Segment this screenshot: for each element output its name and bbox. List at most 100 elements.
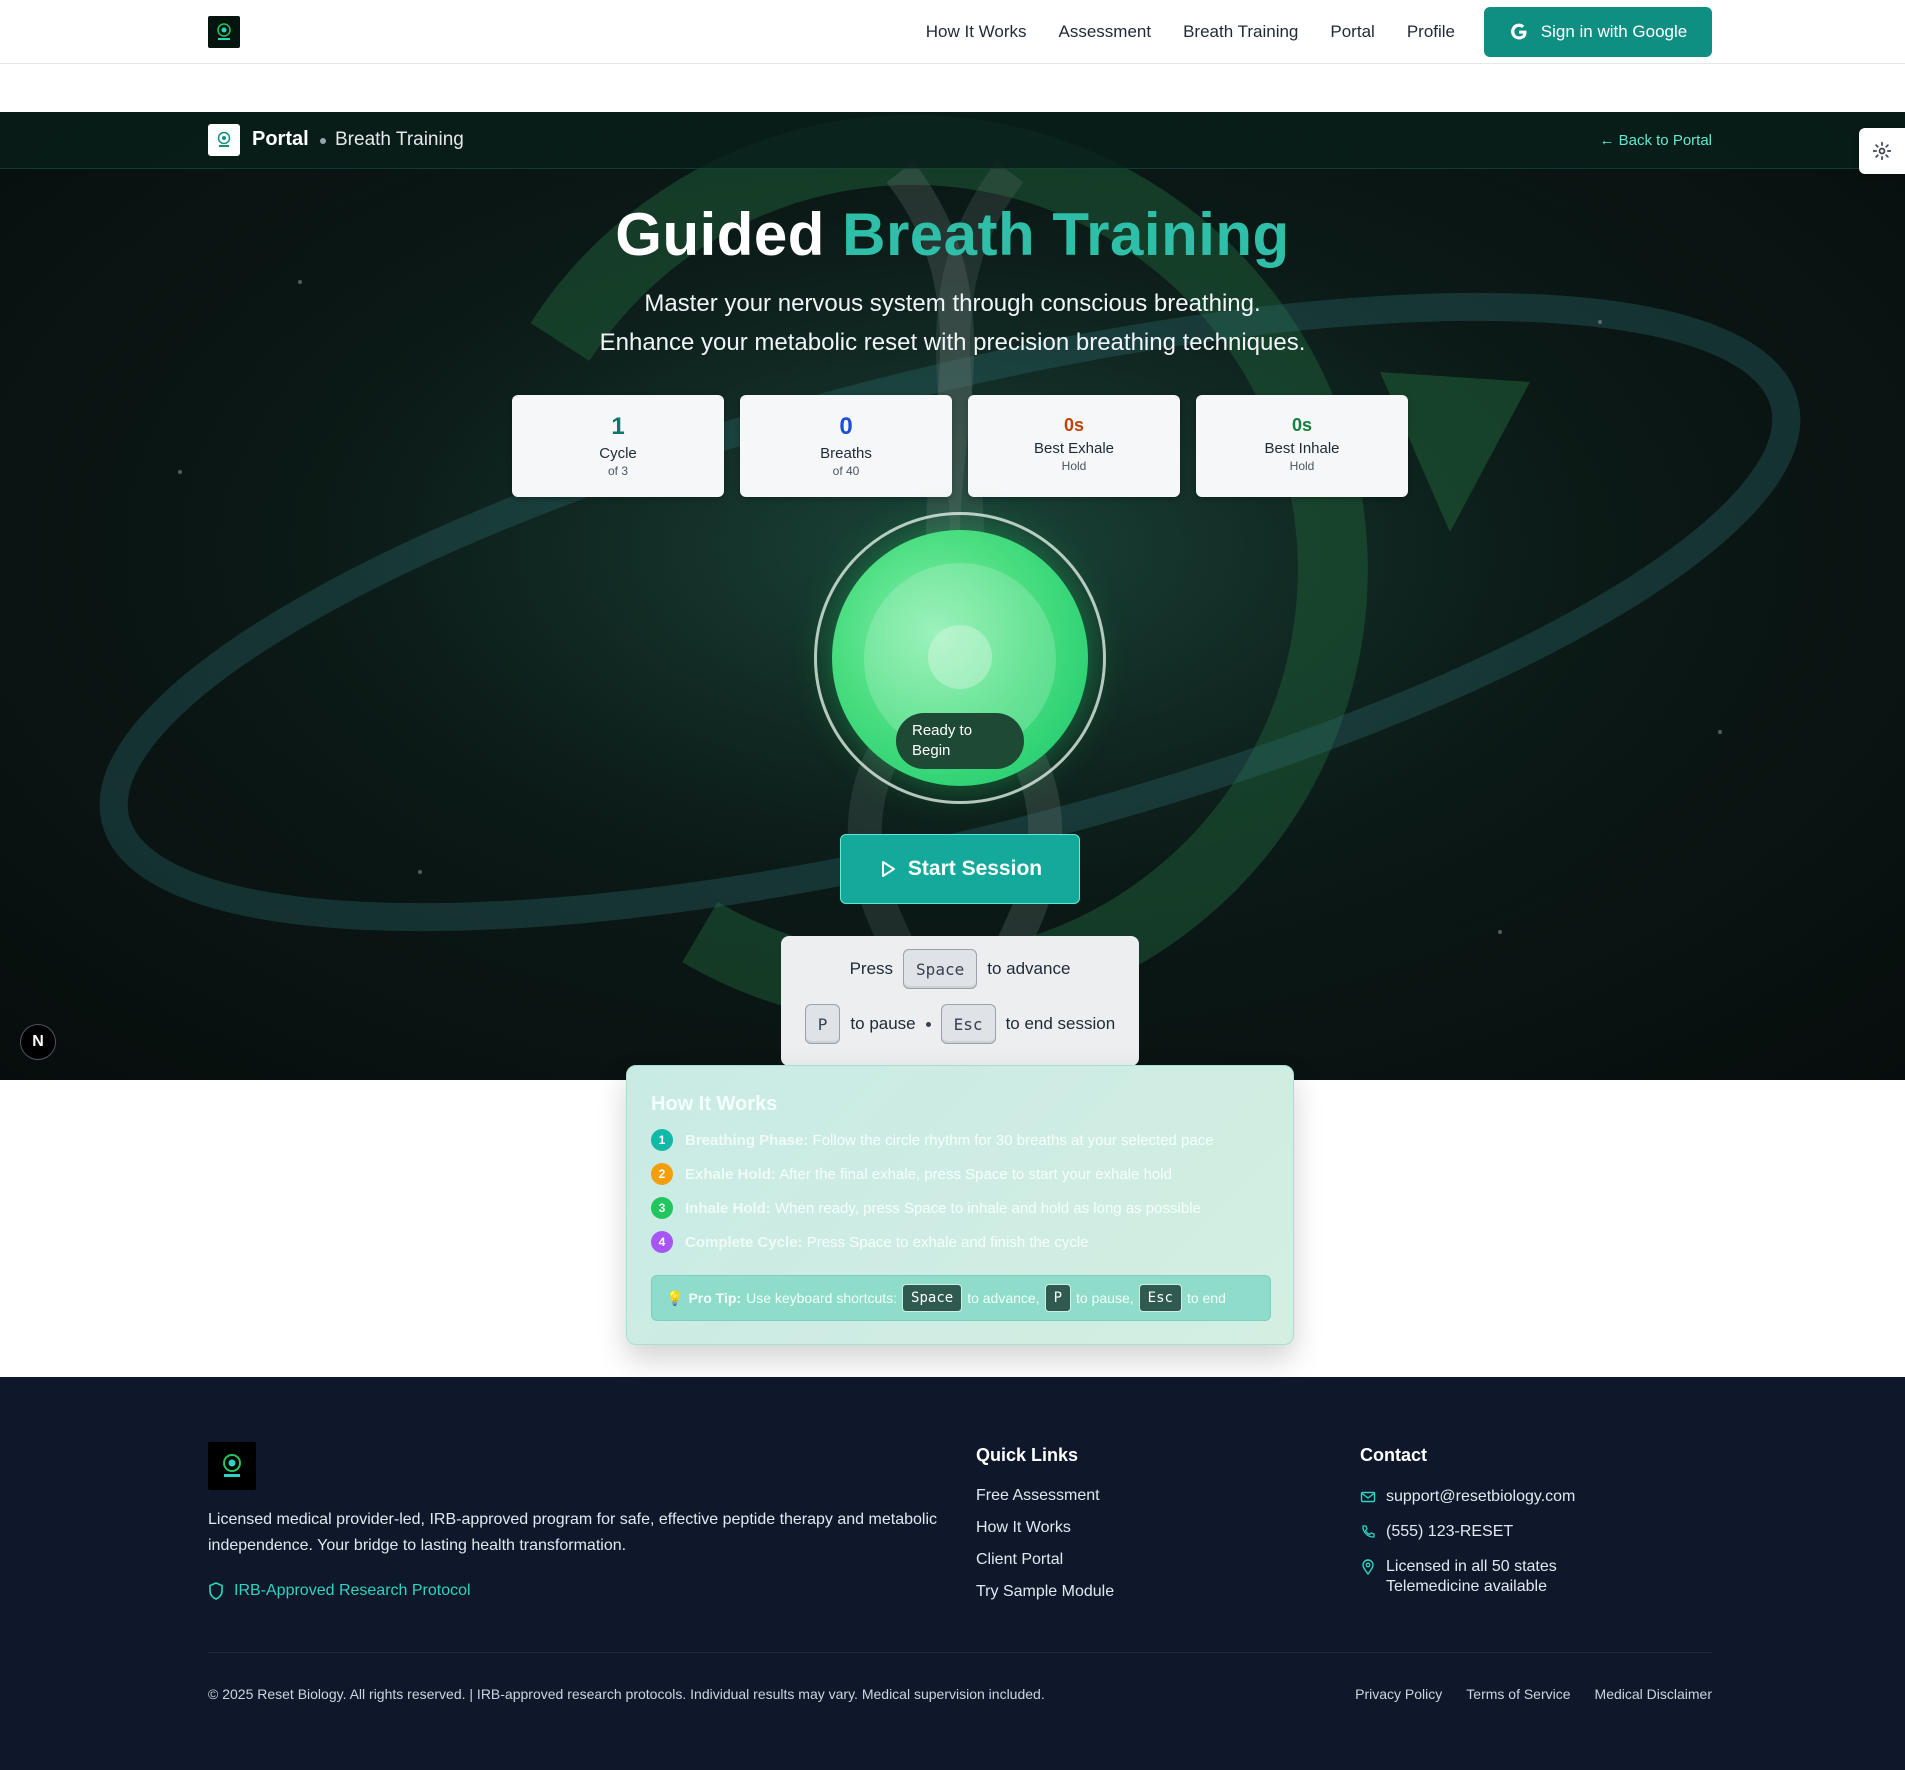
- step-title: Exhale Hold:: [685, 1165, 776, 1183]
- step-text: Follow the circle rhythm for 30 breaths …: [812, 1131, 1214, 1149]
- shortcut-text: to advance: [987, 959, 1071, 978]
- portal-subbar: Portal Breath Training ← Back to Portal: [0, 112, 1905, 169]
- stat-sub: of 3: [607, 464, 628, 478]
- stat-value: 0s: [1063, 415, 1085, 435]
- step-title: Complete Cycle:: [685, 1233, 803, 1251]
- tip-title: Pro Tip:: [688, 1290, 742, 1306]
- how-step: 4 Complete Cycle: Press Space to exhale …: [651, 1230, 1089, 1254]
- phone-icon: [1362, 1525, 1375, 1538]
- settings-button[interactable]: [1859, 128, 1905, 174]
- step-title: Breathing Phase:: [685, 1131, 809, 1149]
- footer-link-client-portal[interactable]: Client Portal: [976, 1551, 1063, 1569]
- step-text: Press Space to exhale and finish the cyc…: [806, 1233, 1089, 1251]
- footer-link-how-it-works[interactable]: How It Works: [976, 1519, 1071, 1537]
- shortcut-row-advance: Press Space to advance: [781, 949, 1139, 989]
- contact-title: Contact: [1360, 1445, 1427, 1465]
- keyboard-shortcuts-card: Press Space to advance P to pause Esc to…: [781, 936, 1139, 1066]
- stat-value: 0: [839, 413, 853, 440]
- step-text: After the final exhale, press Space to s…: [779, 1165, 1172, 1183]
- privacy-policy-link[interactable]: Privacy Policy: [1355, 1686, 1442, 1702]
- nav-profile[interactable]: Profile: [1407, 22, 1455, 42]
- contact-phone[interactable]: (555) 123-RESET: [1360, 1522, 1513, 1542]
- tip-kbd-esc: Esc: [1138, 1284, 1182, 1312]
- back-to-portal-link[interactable]: ← Back to Portal: [1599, 132, 1712, 149]
- nextjs-dev-badge[interactable]: N: [20, 1024, 56, 1060]
- stat-label: Breaths: [820, 445, 872, 462]
- quick-links-title: Quick Links: [976, 1445, 1079, 1465]
- stat-value: 0s: [1291, 415, 1313, 435]
- mail-icon: [1360, 1491, 1376, 1503]
- stat-value: 1: [611, 413, 625, 440]
- license-line-2: Telemedicine available: [1386, 1578, 1547, 1595]
- page-title: Guided Breath Training: [0, 200, 1905, 269]
- how-step: 2 Exhale Hold: After the final exhale, p…: [651, 1162, 1172, 1186]
- portal-title: Portal: [252, 128, 309, 150]
- play-icon: [881, 861, 895, 877]
- contact-license: Licensed in all 50 states Telemedicine a…: [1360, 1557, 1557, 1597]
- location-pin-icon: [1362, 1559, 1374, 1575]
- stat-cycle: 1 Cycle of 3: [512, 395, 724, 497]
- logo[interactable]: [208, 16, 240, 48]
- tip-text: to end: [1186, 1290, 1226, 1306]
- footer-link-assessment[interactable]: Free Assessment: [976, 1487, 1100, 1505]
- hero-subtitle-2: Enhance your metabolic reset with precis…: [599, 329, 1306, 356]
- step-text: When ready, press Space to inhale and ho…: [775, 1199, 1201, 1217]
- start-session-button[interactable]: Start Session: [840, 834, 1080, 904]
- shortcut-row-pause-end: P to pause Esc to end session: [781, 1004, 1139, 1044]
- irb-label: IRB-Approved Research Protocol: [234, 1582, 471, 1599]
- start-session-label: Start Session: [907, 857, 1043, 880]
- footer-logo: [208, 1442, 256, 1490]
- hero-subtitle-1: Master your nervous system through consc…: [644, 290, 1261, 317]
- session-stats: 1 Cycle of 3 0 Breaths of 40 0s Best Exh…: [512, 395, 1408, 497]
- dna-logo-icon: [217, 23, 231, 40]
- footer-link-sample-module[interactable]: Try Sample Module: [976, 1583, 1114, 1601]
- nav-breath-training[interactable]: Breath Training: [1183, 22, 1298, 42]
- stat-sub: Hold: [1289, 459, 1315, 473]
- stat-label: Best Inhale: [1264, 440, 1340, 457]
- shield-icon: [209, 1582, 223, 1600]
- breadcrumb-separator: [320, 138, 326, 144]
- how-step: 3 Inhale Hold: When ready, press Space t…: [651, 1196, 1201, 1220]
- status-line-2: Begin: [912, 742, 951, 759]
- portal-logo[interactable]: [208, 124, 240, 156]
- tip-kbd-space: Space: [902, 1284, 963, 1312]
- stat-label: Cycle: [599, 445, 637, 462]
- shortcut-text: Press: [849, 959, 894, 978]
- sign-in-google-button[interactable]: Sign in with Google: [1484, 7, 1712, 57]
- breath-training-hero: Portal Breath Training ← Back to Portal …: [0, 112, 1905, 1080]
- breath-status-pill: Ready to Begin: [896, 713, 1024, 769]
- stat-sub: of 40: [832, 464, 860, 478]
- tip-kbd-p: P: [1044, 1284, 1072, 1312]
- terms-of-service-link[interactable]: Terms of Service: [1466, 1686, 1570, 1702]
- stat-label: Best Exhale: [1033, 440, 1115, 457]
- separator-dot: [925, 1021, 931, 1027]
- contact-email[interactable]: support@resetbiology.com: [1360, 1487, 1575, 1507]
- nav-how-it-works[interactable]: How It Works: [926, 22, 1027, 42]
- stat-breaths: 0 Breaths of 40: [740, 395, 952, 497]
- how-it-works-title: How It Works: [651, 1093, 778, 1115]
- step-number: 4: [651, 1231, 673, 1253]
- top-navbar: How It Works Assessment Breath Training …: [0, 0, 1905, 64]
- status-line-1: Ready to: [912, 722, 973, 739]
- contact-email-text: support@resetbiology.com: [1386, 1488, 1576, 1505]
- nav-assessment[interactable]: Assessment: [1059, 22, 1152, 42]
- irb-link[interactable]: IRB-Approved Research Protocol: [208, 1582, 471, 1600]
- footer: Licensed medical provider-led, IRB-appro…: [0, 1377, 1905, 1770]
- gear-icon: [1872, 141, 1892, 161]
- shortcut-text: to end session: [1005, 1014, 1116, 1033]
- footer-divider: [208, 1652, 1712, 1653]
- medical-disclaimer-link[interactable]: Medical Disclaimer: [1595, 1686, 1712, 1702]
- dna-logo-icon: [217, 131, 231, 147]
- breath-circle-core: [928, 625, 992, 689]
- pro-tip: 💡 Pro Tip: Use keyboard shortcuts: Space…: [651, 1275, 1271, 1321]
- nav-portal[interactable]: Portal: [1330, 22, 1374, 42]
- kbd-space: Space: [903, 949, 978, 989]
- nav-links: How It Works Assessment Breath Training …: [926, 0, 1455, 64]
- step-number: 2: [651, 1163, 673, 1185]
- stat-sub: Hold: [1061, 459, 1087, 473]
- stat-best-inhale: 0s Best Inhale Hold: [1196, 395, 1408, 497]
- how-it-works-card: How It Works 1 Breathing Phase: Follow t…: [626, 1065, 1294, 1345]
- title-main: Guided: [615, 201, 825, 268]
- how-step: 1 Breathing Phase: Follow the circle rhy…: [651, 1128, 1214, 1152]
- legal-links: Privacy Policy Terms of Service Medical …: [1355, 1686, 1712, 1702]
